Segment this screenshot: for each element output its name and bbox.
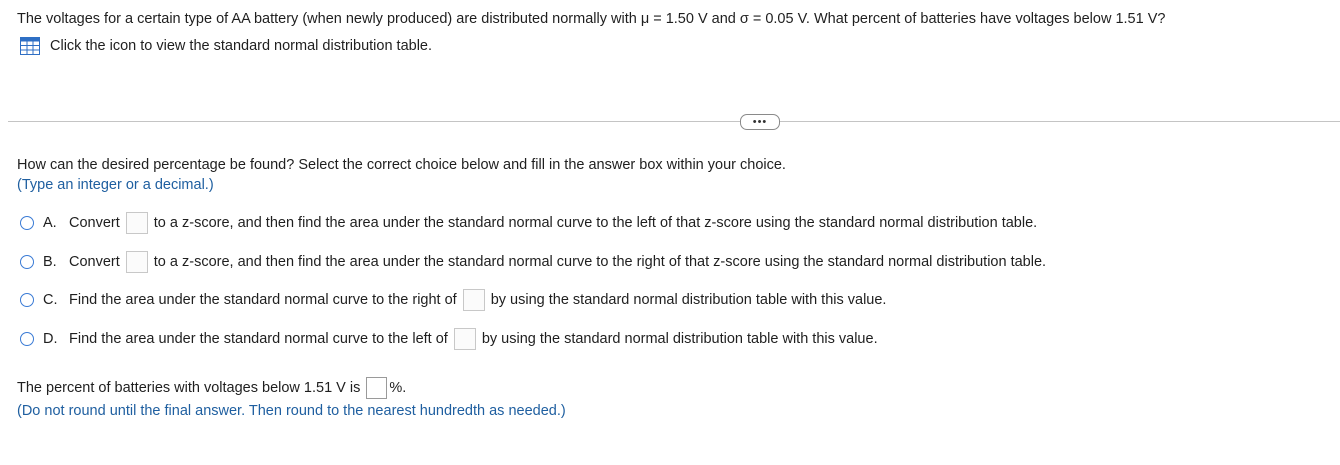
- choice-a-answer-box[interactable]: [125, 212, 148, 234]
- choice-c-text-before: Find the area under the standard normal …: [69, 292, 457, 308]
- normal-table-link[interactable]: Click the icon to view the standard norm…: [20, 37, 432, 55]
- choice-d-text-before: Find the area under the standard normal …: [69, 331, 448, 347]
- choice-a-text-before: Convert: [69, 215, 120, 231]
- choice-d[interactable]: D. Find the area under the standard norm…: [20, 327, 878, 351]
- final-answer-box[interactable]: [366, 377, 388, 399]
- choice-c[interactable]: C. Find the area under the standard norm…: [20, 288, 886, 312]
- choice-d-answer-box[interactable]: [453, 328, 476, 350]
- choice-a-letter: A.: [43, 215, 57, 231]
- choice-a-radio[interactable]: [20, 216, 34, 230]
- prompt-text: How can the desired percentage be found?…: [17, 157, 786, 173]
- choice-c-letter: C.: [43, 292, 58, 308]
- prompt-hint: (Type an integer or a decimal.): [17, 177, 214, 193]
- choice-d-text-after: by using the standard normal distributio…: [481, 331, 878, 347]
- question-page: The voltages for a certain type of AA ba…: [0, 0, 1340, 465]
- choice-c-text-after: by using the standard normal distributio…: [490, 292, 887, 308]
- final-text-after: %.: [389, 380, 407, 396]
- choice-d-radio[interactable]: [20, 332, 34, 346]
- choice-b-text-after: to a z-score, and then find the area und…: [153, 254, 1047, 270]
- choice-c-answer-box[interactable]: [462, 289, 485, 311]
- table-link-label[interactable]: Click the icon to view the standard norm…: [50, 38, 432, 54]
- final-answer-line: The percent of batteries with voltages b…: [17, 377, 406, 399]
- final-hint: (Do not round until the final answer. Th…: [17, 403, 566, 419]
- choice-b-letter: B.: [43, 254, 57, 270]
- choice-b-radio[interactable]: [20, 255, 34, 269]
- choice-b[interactable]: B. Convert to a z-score, and then find t…: [20, 250, 1046, 274]
- more-button[interactable]: •••: [740, 114, 780, 130]
- choice-b-text-before: Convert: [69, 254, 120, 270]
- table-icon[interactable]: [20, 37, 40, 55]
- choice-a[interactable]: A. Convert to a z-score, and then find t…: [20, 211, 1037, 235]
- choice-c-radio[interactable]: [20, 293, 34, 307]
- section-divider: [8, 121, 1340, 122]
- question-text: The voltages for a certain type of AA ba…: [17, 11, 1166, 27]
- choice-d-letter: D.: [43, 331, 58, 347]
- final-text-before: The percent of batteries with voltages b…: [17, 380, 361, 396]
- choice-a-text-after: to a z-score, and then find the area und…: [153, 215, 1038, 231]
- choice-b-answer-box[interactable]: [125, 251, 148, 273]
